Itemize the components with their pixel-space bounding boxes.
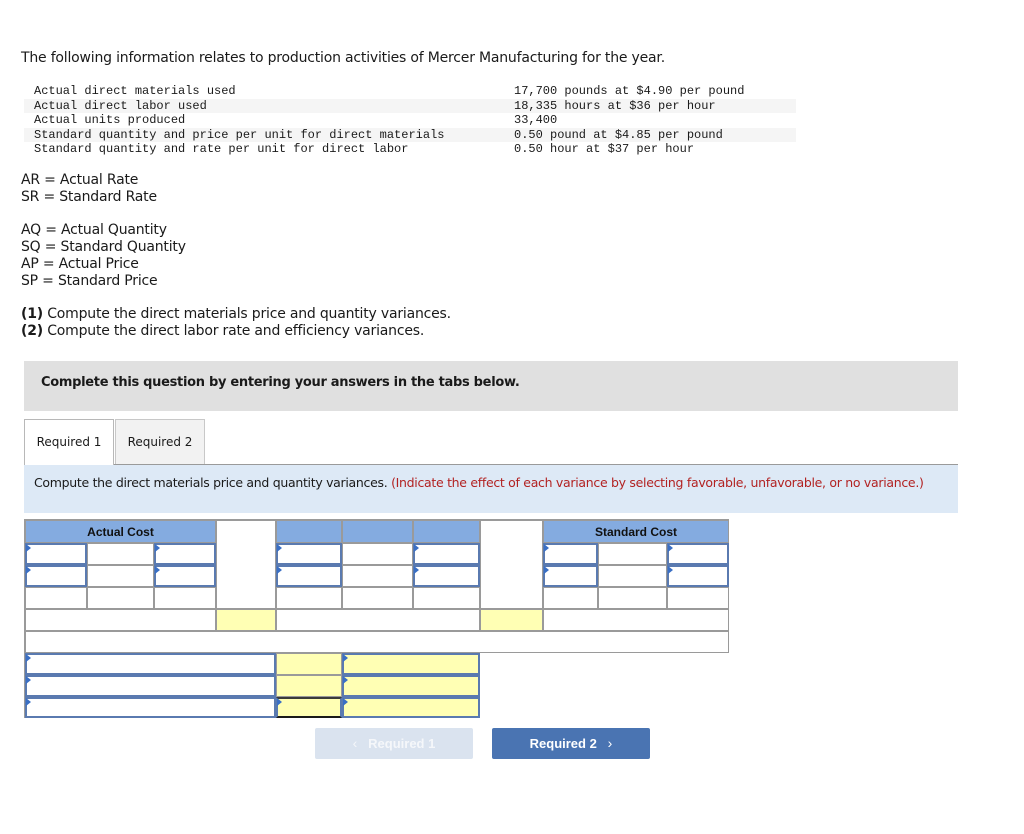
info-value: 0.50 hour at $37 per hour bbox=[514, 142, 695, 156]
requirement-2: (2) Compute the direct labor rate and ef… bbox=[21, 323, 451, 340]
variance-amount-input-2[interactable] bbox=[276, 675, 342, 697]
info-value: 33,400 bbox=[514, 113, 558, 127]
chevron-left-icon: ‹ bbox=[352, 735, 358, 751]
info-label: Actual direct materials used bbox=[34, 84, 236, 98]
middle-header-1 bbox=[276, 520, 342, 543]
spacer-column bbox=[216, 520, 276, 609]
previous-required-button[interactable]: ‹ Required 1 bbox=[315, 728, 473, 759]
worksheet-empty-area bbox=[480, 653, 729, 718]
intro-text: The following information relates to pro… bbox=[21, 50, 665, 66]
middle-operator-cell[interactable] bbox=[342, 543, 413, 565]
standard-cost-total-cell[interactable] bbox=[543, 609, 729, 631]
previous-label: Required 1 bbox=[368, 736, 436, 751]
abbreviation: AR = Actual Rate bbox=[21, 172, 139, 188]
variance-worksheet: Actual Cost Standard Cost bbox=[24, 519, 729, 718]
quantity-variance-input[interactable] bbox=[480, 609, 543, 631]
actual-price-label-input[interactable] bbox=[154, 543, 216, 565]
info-label: Standard quantity and rate per unit for … bbox=[34, 142, 409, 156]
variance-amount-input-1[interactable] bbox=[276, 653, 342, 675]
requirement-number: (2) bbox=[21, 323, 43, 339]
requirement-text: Compute the direct labor rate and effici… bbox=[42, 323, 425, 339]
worksheet-blank-row bbox=[25, 631, 729, 653]
info-row: Actual direct labor used 18,335 hours at … bbox=[24, 98, 796, 113]
variance-effect-select-1[interactable] bbox=[342, 653, 480, 675]
rate-abbreviations: AR = Actual Rate SR = Standard Rate bbox=[21, 172, 157, 206]
middle-price-value-input[interactable] bbox=[413, 565, 480, 587]
abbreviation: SR = Standard Rate bbox=[21, 189, 157, 205]
worksheet-cell[interactable] bbox=[342, 587, 413, 609]
worksheet-cell[interactable] bbox=[154, 587, 216, 609]
question-instruction: Compute the direct materials price and q… bbox=[24, 465, 958, 513]
worksheet-cell[interactable] bbox=[25, 587, 87, 609]
middle-header-3 bbox=[413, 520, 480, 543]
tab-required-2[interactable]: Required 2 bbox=[115, 419, 205, 464]
middle-quantity-value-input[interactable] bbox=[276, 565, 342, 587]
banner-text: Complete this question by entering your … bbox=[41, 375, 520, 390]
instructions-banner: Complete this question by entering your … bbox=[24, 361, 958, 411]
abbreviation: AP = Actual Price bbox=[21, 256, 139, 272]
spacer-column bbox=[480, 520, 543, 609]
middle-quantity-label-input[interactable] bbox=[276, 543, 342, 565]
abbreviation: SP = Standard Price bbox=[21, 273, 158, 289]
standard-operator-cell[interactable] bbox=[598, 543, 667, 565]
info-value: 18,335 hours at $36 per hour bbox=[504, 98, 796, 113]
actual-operator-cell[interactable] bbox=[87, 543, 154, 565]
tab-bar: Required 1 Required 2 bbox=[24, 419, 958, 465]
info-value: 17,700 pounds at $4.90 per pound bbox=[514, 84, 745, 98]
variance-effect-select-2[interactable] bbox=[342, 675, 480, 697]
info-row: Standard quantity and price per unit for… bbox=[24, 127, 796, 142]
actual-cost-total-cell[interactable] bbox=[25, 609, 216, 631]
standard-quantity-label-input[interactable] bbox=[543, 543, 598, 565]
variance-label-input-3[interactable] bbox=[25, 697, 276, 718]
next-label: Required 2 bbox=[529, 736, 597, 751]
worksheet-cell[interactable] bbox=[598, 587, 667, 609]
actual-cost-header: Actual Cost bbox=[25, 520, 216, 543]
middle-price-label-input[interactable] bbox=[413, 543, 480, 565]
production-info-table: Actual direct materials used 17,700 pound… bbox=[24, 84, 796, 157]
actual-price-value-input[interactable] bbox=[154, 565, 216, 587]
worksheet-cell[interactable] bbox=[276, 587, 342, 609]
info-value: 0.50 pound at $4.85 per pound bbox=[504, 127, 796, 142]
standard-price-value-input[interactable] bbox=[667, 565, 729, 587]
info-row: Actual direct materials used 17,700 pound… bbox=[24, 84, 796, 99]
info-label: Standard quantity and price per unit for… bbox=[24, 127, 504, 142]
variance-effect-select-3[interactable] bbox=[342, 697, 480, 718]
worksheet-cell[interactable] bbox=[87, 587, 154, 609]
info-row: Standard quantity and rate per unit for … bbox=[24, 142, 796, 157]
abbreviation: SQ = Standard Quantity bbox=[21, 239, 186, 255]
quantity-abbreviations: AQ = Actual Quantity SQ = Standard Quant… bbox=[21, 222, 186, 290]
info-label: Actual direct labor used bbox=[24, 98, 504, 113]
info-label: Actual units produced bbox=[34, 113, 186, 127]
actual-quantity-value-input[interactable] bbox=[25, 565, 87, 587]
requirements-list: (1) Compute the direct materials price a… bbox=[21, 306, 451, 340]
standard-quantity-value-input[interactable] bbox=[543, 565, 598, 587]
requirement-number: (1) bbox=[21, 306, 43, 322]
instruction-note: (Indicate the effect of each variance by… bbox=[391, 475, 924, 490]
info-row: Actual units produced 33,400 bbox=[24, 113, 796, 128]
variance-label-input-1[interactable] bbox=[25, 653, 276, 675]
worksheet-cell[interactable] bbox=[543, 587, 598, 609]
standard-operator-cell[interactable] bbox=[598, 565, 667, 587]
variance-label-input-2[interactable] bbox=[25, 675, 276, 697]
standard-cost-header: Standard Cost bbox=[543, 520, 729, 543]
worksheet-cell[interactable] bbox=[413, 587, 480, 609]
tab-required-1[interactable]: Required 1 bbox=[24, 419, 114, 465]
price-variance-input[interactable] bbox=[216, 609, 276, 631]
next-required-button[interactable]: Required 2 › bbox=[492, 728, 650, 759]
actual-operator-cell[interactable] bbox=[87, 565, 154, 587]
variance-amount-input-3[interactable] bbox=[276, 697, 342, 718]
abbreviation: AQ = Actual Quantity bbox=[21, 222, 167, 238]
instruction-text: Compute the direct materials price and q… bbox=[34, 475, 392, 490]
requirement-text: Compute the direct materials price and q… bbox=[42, 306, 451, 322]
worksheet-cell[interactable] bbox=[667, 587, 729, 609]
middle-total-cell[interactable] bbox=[276, 609, 480, 631]
middle-operator-cell[interactable] bbox=[342, 565, 413, 587]
requirement-1: (1) Compute the direct materials price a… bbox=[21, 306, 451, 323]
chevron-right-icon: › bbox=[607, 735, 613, 751]
actual-quantity-label-input[interactable] bbox=[25, 543, 87, 565]
middle-header-2 bbox=[342, 520, 413, 543]
standard-price-label-input[interactable] bbox=[667, 543, 729, 565]
